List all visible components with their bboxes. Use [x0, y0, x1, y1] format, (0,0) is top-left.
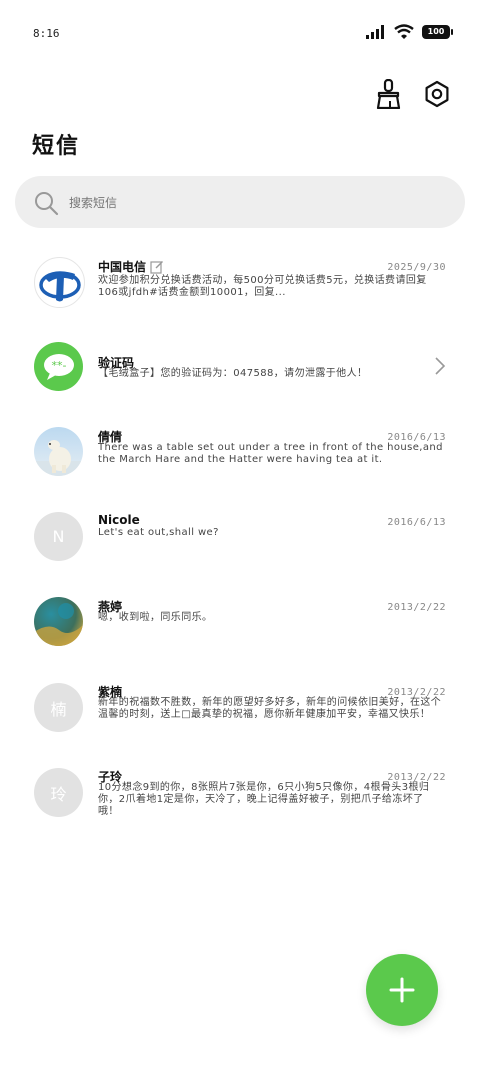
polar-bear-photo: [34, 440, 83, 476]
avatar: [34, 427, 83, 476]
avatar: [34, 257, 85, 308]
avatar: [34, 597, 83, 646]
toolbar: [374, 78, 452, 110]
chevron-right-icon: [435, 357, 446, 375]
page-title: 短信: [32, 134, 81, 159]
svg-text:**-: **-: [51, 359, 66, 372]
message-row[interactable]: 玲 子玲 2013/2/22 10分想念9到的你，8张照片7张是你，6只小狗5只…: [0, 755, 480, 835]
message-row[interactable]: 燕婷 2013/2/22 嗯，收到啦，同乐同乐。: [0, 585, 480, 665]
contact-name: Nicole: [98, 513, 140, 527]
new-message-button[interactable]: [366, 954, 438, 1026]
avatar: 楠: [34, 683, 83, 732]
edit-icon: [150, 260, 164, 274]
message-preview: 欢迎参加积分兑换话费活动，每500分可兑换话费5元，兑换话费请回复106或jfd…: [98, 275, 427, 298]
battery-icon: 100: [422, 24, 453, 39]
status-icons: 100: [366, 24, 453, 39]
message-preview: There was a table set out under a tree i…: [98, 442, 443, 465]
message-row[interactable]: 倩倩 2016/6/13 There was a table set out u…: [0, 415, 480, 495]
plus-icon: [389, 977, 415, 1003]
message-row[interactable]: 楠 紫楠 2013/2/22 新年的祝福数不胜数，新年的愿望好多好多，新年的问候…: [0, 670, 480, 750]
landscape-photo: [34, 603, 83, 646]
message-preview: 【毛绒盒子】您的验证码为：047588，请勿泄露于他人！: [98, 368, 368, 379]
message-row[interactable]: 中国电信 2025/9/30 欢迎参加积分兑换话费活动，每500分可兑换话费5元…: [0, 245, 480, 325]
wifi-icon: [394, 24, 414, 39]
search-bar[interactable]: [15, 176, 465, 228]
search-icon: [35, 192, 59, 216]
avatar: 玲: [34, 768, 83, 817]
broom-icon: [376, 79, 401, 109]
search-input[interactable]: [67, 189, 441, 217]
message-row[interactable]: N Nicole 2016/6/13 Let's eat out,shall w…: [0, 500, 480, 580]
message-preview: 嗯，收到啦，同乐同乐。: [98, 612, 213, 623]
message-preview: 10分想念9到的你，8张照片7张是你，6只小狗5只像你，4根骨头3根归你，2爪着…: [98, 782, 430, 817]
signal-icon: [366, 24, 384, 39]
gear-icon: [425, 80, 449, 108]
chat-bubble-icon: **-: [43, 353, 74, 380]
contact-name-text: 中国电信: [98, 260, 147, 274]
avatar: **-: [34, 342, 83, 391]
status-time: 8:16: [33, 27, 60, 40]
message-preview: Let's eat out,shall we?: [98, 527, 219, 538]
message-preview: 新年的祝福数不胜数，新年的愿望好多好多，新年的问候依旧美好，在这个温馨的时刻，送…: [98, 697, 442, 720]
telecom-logo: [38, 270, 81, 301]
message-row[interactable]: **- 验证码 【毛绒盒子】您的验证码为：047588，请勿泄露于他人！: [0, 330, 480, 410]
clean-button[interactable]: [374, 78, 404, 110]
message-date: 2025/9/30: [387, 262, 446, 273]
settings-button[interactable]: [422, 78, 452, 110]
contact-name: 中国电信: [98, 258, 164, 275]
avatar: N: [34, 512, 83, 561]
status-bar: 8:16 100: [0, 0, 480, 60]
